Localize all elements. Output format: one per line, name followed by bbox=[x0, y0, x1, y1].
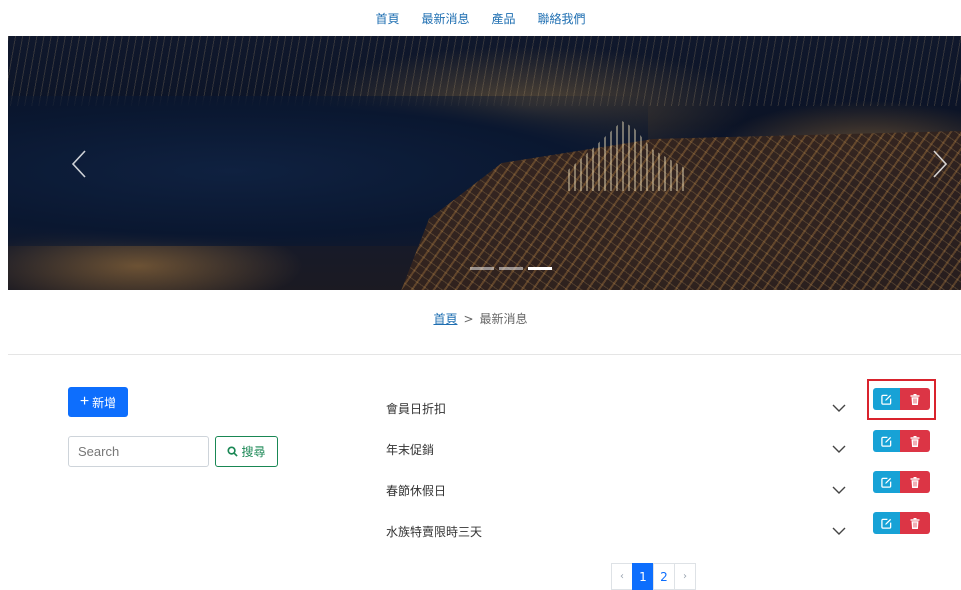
delete-button[interactable] bbox=[900, 471, 930, 493]
add-button-label: 新增 bbox=[92, 395, 117, 410]
add-button[interactable]: + 新增 bbox=[68, 387, 128, 417]
highlight-box bbox=[867, 379, 936, 420]
carousel-indicators bbox=[470, 267, 552, 270]
search-input[interactable] bbox=[68, 436, 209, 467]
trash-icon bbox=[910, 476, 920, 488]
nav-item-products[interactable]: 產品 bbox=[492, 10, 516, 27]
chevron-down-icon[interactable] bbox=[832, 401, 846, 415]
news-actions bbox=[873, 512, 930, 534]
trash-icon bbox=[910, 517, 920, 529]
breadcrumb-home-link[interactable]: 首頁 bbox=[433, 312, 457, 326]
news-title: 年末促銷 bbox=[386, 442, 435, 457]
section-divider bbox=[8, 354, 961, 355]
chevron-down-icon[interactable] bbox=[832, 483, 846, 497]
pagination-page-1[interactable]: 1 bbox=[632, 563, 654, 590]
chevron-left-icon bbox=[71, 150, 86, 178]
news-item[interactable]: 年末促銷 bbox=[386, 434, 846, 464]
chevron-right-icon bbox=[933, 150, 948, 178]
carousel-prev-button[interactable] bbox=[64, 144, 94, 184]
nav-item-contact[interactable]: 聯絡我們 bbox=[538, 10, 586, 27]
hero-carousel bbox=[8, 36, 961, 290]
news-title: 春節休假日 bbox=[386, 483, 447, 498]
news-actions bbox=[873, 471, 930, 493]
news-item[interactable]: 水族特賣限時三天 bbox=[386, 516, 846, 546]
plus-icon: + bbox=[79, 393, 90, 410]
carousel-indicator-2[interactable] bbox=[499, 267, 523, 270]
chevron-down-icon[interactable] bbox=[832, 442, 846, 456]
edit-icon bbox=[881, 518, 892, 529]
chevron-down-icon[interactable] bbox=[832, 524, 846, 538]
top-nav: 首頁 最新消息 產品 聯絡我們 bbox=[0, 0, 961, 36]
pagination-page-2[interactable]: 2 bbox=[653, 563, 675, 590]
edit-button[interactable] bbox=[873, 430, 900, 452]
search-icon bbox=[227, 446, 239, 457]
edit-icon bbox=[881, 436, 892, 447]
nav-item-news[interactable]: 最新消息 bbox=[421, 10, 469, 27]
pagination-next[interactable]: › bbox=[674, 563, 696, 590]
delete-button[interactable] bbox=[900, 430, 930, 452]
page: 首頁 最新消息 產品 聯絡我們 首頁 > 最新消息 + 新增 Search 搜尋… bbox=[0, 0, 961, 590]
edit-button[interactable] bbox=[873, 471, 900, 493]
breadcrumb: 首頁 > 最新消息 bbox=[0, 310, 961, 327]
news-actions bbox=[873, 430, 930, 452]
news-title: 水族特賣限時三天 bbox=[386, 524, 483, 539]
news-item[interactable]: 春節休假日 bbox=[386, 475, 846, 505]
pagination: ‹ 1 2 › bbox=[611, 563, 696, 590]
search-button[interactable]: 搜尋 bbox=[215, 436, 278, 467]
breadcrumb-current: 最新消息 bbox=[479, 312, 528, 326]
delete-button[interactable] bbox=[900, 512, 930, 534]
edit-icon bbox=[881, 477, 892, 488]
nav-item-home[interactable]: 首頁 bbox=[375, 10, 399, 27]
edit-button[interactable] bbox=[873, 512, 900, 534]
news-title: 會員日折扣 bbox=[386, 401, 447, 416]
carousel-indicator-1[interactable] bbox=[470, 267, 494, 270]
carousel-indicator-3[interactable] bbox=[528, 267, 552, 270]
pagination-prev[interactable]: ‹ bbox=[611, 563, 633, 590]
trash-icon bbox=[910, 435, 920, 447]
news-item[interactable]: 會員日折扣 bbox=[386, 393, 846, 423]
breadcrumb-separator: > bbox=[463, 312, 474, 326]
search-button-label: 搜尋 bbox=[241, 445, 266, 459]
carousel-next-button[interactable] bbox=[925, 144, 955, 184]
